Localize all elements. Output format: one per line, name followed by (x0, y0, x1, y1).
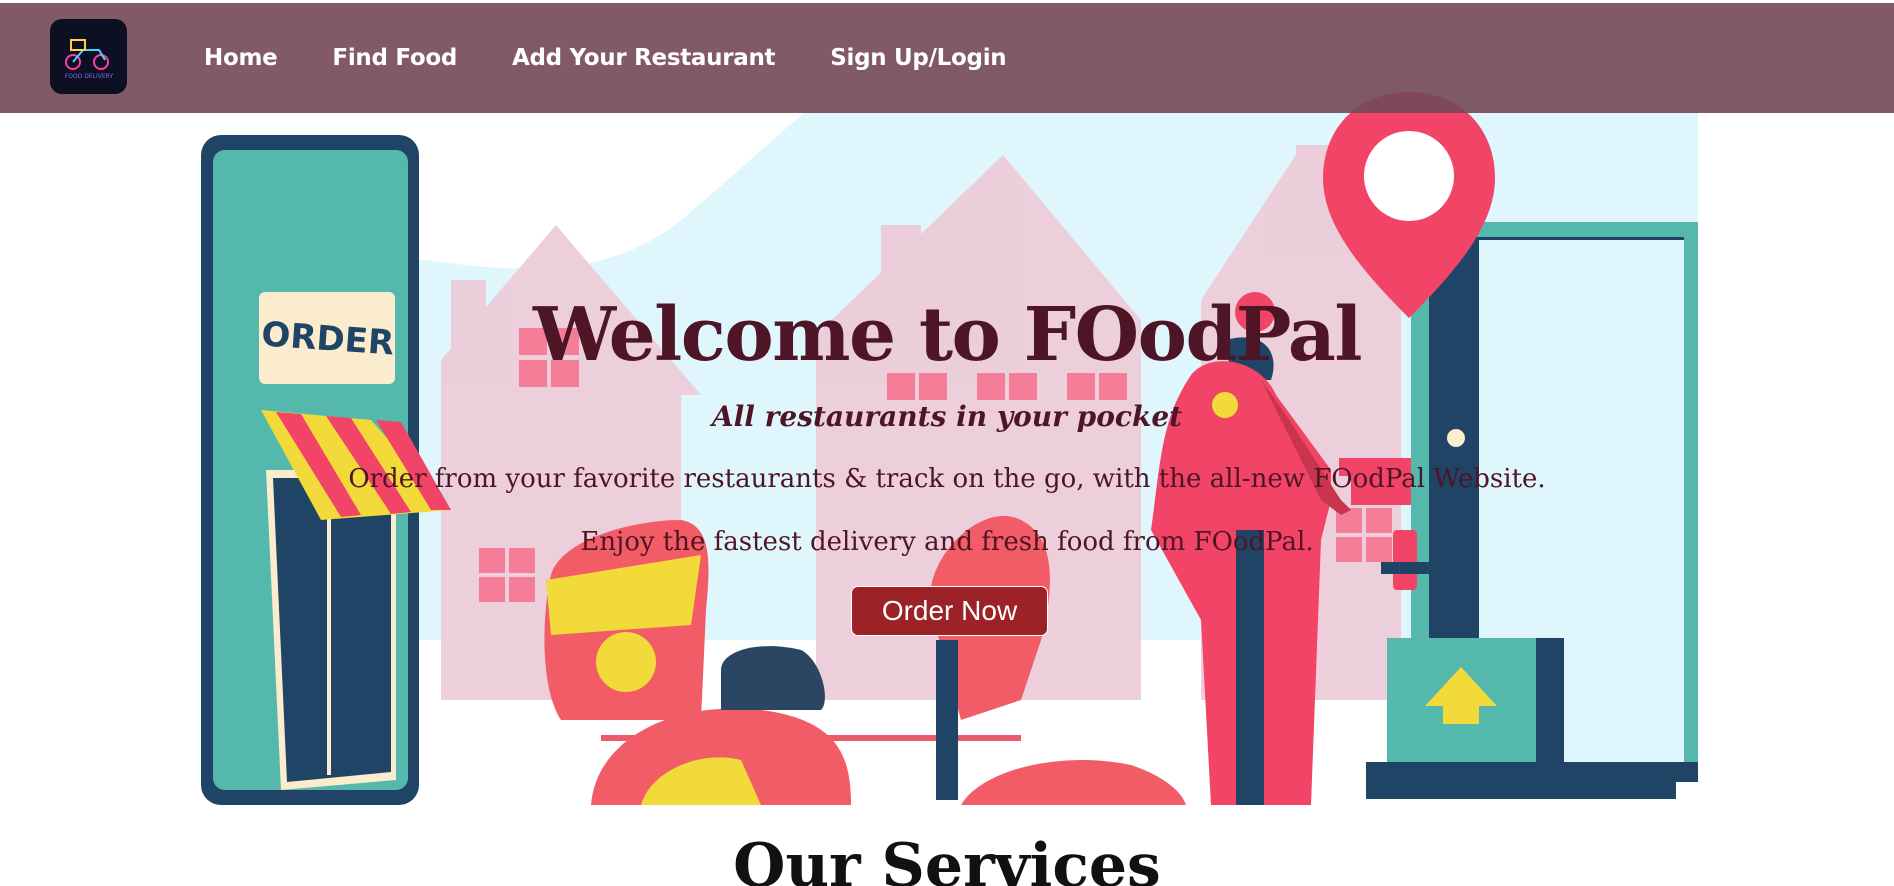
hero-tagline: All restaurants in your pocket (711, 400, 1183, 433)
nav-links: Home Find Food Add Your Restaurant Sign … (204, 3, 1061, 113)
hero-title: Welcome to FOodPal (533, 292, 1362, 378)
nav-home[interactable]: Home (204, 45, 278, 71)
scooter-icon: FOOD DELIVERY (64, 38, 113, 80)
logo-text: FOOD DELIVERY (64, 73, 113, 80)
nav-add-restaurant[interactable]: Add Your Restaurant (512, 45, 776, 71)
hero-description-1: Order from your favorite restaurants & t… (348, 464, 1546, 494)
top-navbar: FOOD DELIVERY Home Find Food Add Your Re… (0, 3, 1894, 113)
brand-logo[interactable]: FOOD DELIVERY (50, 19, 127, 94)
services-title: Our Services (733, 831, 1161, 886)
order-now-button[interactable]: Order Now (851, 586, 1048, 636)
nav-find-food[interactable]: Find Food (332, 45, 457, 71)
hero-description-2: Enjoy the fastest delivery and fresh foo… (580, 527, 1314, 557)
nav-signup-login[interactable]: Sign Up/Login (830, 45, 1006, 71)
